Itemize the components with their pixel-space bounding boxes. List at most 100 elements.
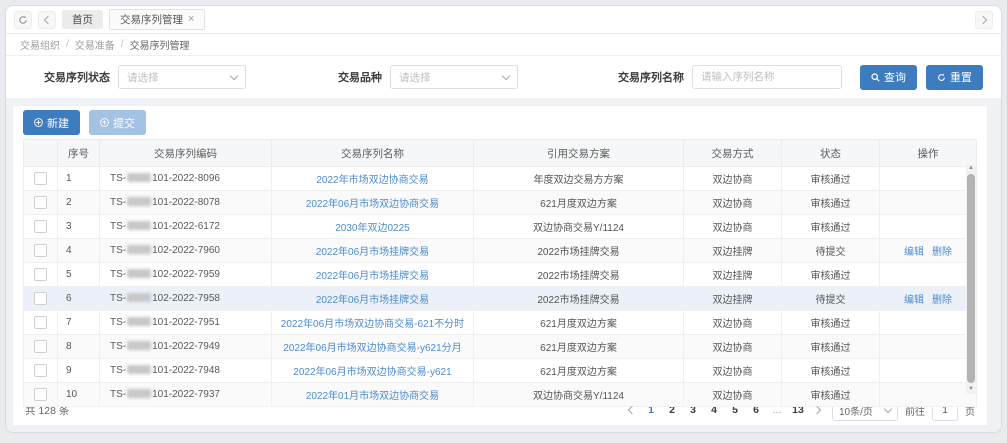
sequence-name-cell: 2022年06月市场双边协商交易-621不分时 bbox=[272, 311, 474, 335]
sequence-name-link[interactable]: 2022年06月市场双边协商交易 bbox=[306, 199, 439, 210]
sequence-name-link[interactable]: 2022年市场双边协商交易 bbox=[316, 175, 428, 186]
sequence-name-input[interactable] bbox=[692, 65, 842, 89]
create-button[interactable]: 新建 bbox=[23, 110, 80, 135]
header-checkbox-cell bbox=[24, 140, 58, 167]
table-toolbar: 新建 提交 bbox=[13, 106, 987, 139]
row-checkbox[interactable] bbox=[34, 196, 47, 209]
trade-mode-cell: 双边挂牌 bbox=[684, 263, 782, 287]
reset-button-label: 重置 bbox=[950, 69, 972, 85]
checkbox-cell bbox=[24, 383, 58, 407]
breadcrumb-item[interactable]: 交易组织 bbox=[20, 37, 60, 52]
referenced-scheme-cell: 621月度双边方案 bbox=[474, 191, 684, 215]
trade-variety-select[interactable]: 请选择 bbox=[390, 65, 518, 89]
header-actions: 操作 bbox=[880, 140, 977, 167]
table-row: 7 TS-101-2022-7951 2022年06月市场双边协商交易-621不… bbox=[24, 311, 977, 335]
sequence-code-cell: TS-102-2022-7959 bbox=[100, 263, 272, 287]
header-referenced-scheme: 引用交易方案 bbox=[474, 140, 684, 167]
scrollbar-up-icon[interactable]: ▲ bbox=[966, 164, 976, 173]
sequence-code-cell: TS-101-2022-7948 bbox=[100, 359, 272, 383]
row-checkbox[interactable] bbox=[34, 364, 47, 377]
sequence-name-link[interactable]: 2022年06月市场双边协商交易-y621 bbox=[293, 367, 451, 378]
sequence-name-link[interactable]: 2022年06月市场双边协商交易-y621分月 bbox=[283, 343, 461, 354]
redacted-code-segment bbox=[127, 269, 151, 278]
status-cell: 审核通过 bbox=[782, 191, 880, 215]
table-row: 2 TS-101-2022-8078 2022年06月市场双边协商交易 621月… bbox=[24, 191, 977, 215]
redacted-code-segment bbox=[127, 389, 151, 398]
row-index-cell: 3 bbox=[58, 215, 100, 239]
table-row: 9 TS-101-2022-7948 2022年06月市场双边协商交易-y621… bbox=[24, 359, 977, 383]
actions-cell bbox=[880, 263, 977, 287]
scrollbar-down-icon[interactable]: ▼ bbox=[966, 385, 976, 394]
edit-link[interactable]: 编辑 bbox=[904, 295, 924, 306]
sequence-name-link[interactable]: 2022年06月市场挂牌交易 bbox=[316, 271, 429, 282]
tab-trade-sequence-management[interactable]: 交易序列管理 × bbox=[109, 9, 205, 30]
sequence-name-link[interactable]: 2022年06月市场挂牌交易 bbox=[316, 295, 429, 306]
sequence-name-link[interactable]: 2030年双边0225 bbox=[335, 223, 410, 234]
chevron-down-icon bbox=[502, 71, 510, 79]
chevron-right-icon bbox=[979, 15, 987, 23]
row-checkbox[interactable] bbox=[34, 268, 47, 281]
submit-icon bbox=[100, 118, 109, 127]
delete-link[interactable]: 删除 bbox=[932, 247, 952, 258]
sequence-name-cell: 2022年市场双边协商交易 bbox=[272, 167, 474, 191]
sequence-status-label: 交易序列状态 bbox=[44, 69, 110, 85]
tab-home[interactable]: 首页 bbox=[62, 10, 103, 29]
row-index-cell: 2 bbox=[58, 191, 100, 215]
row-checkbox[interactable] bbox=[34, 172, 47, 185]
table-container: 序号 交易序列编码 交易序列名称 引用交易方案 交易方式 状态 操作 1 TS-… bbox=[13, 139, 987, 395]
search-button[interactable]: 查询 bbox=[860, 65, 917, 90]
submit-button[interactable]: 提交 bbox=[89, 110, 146, 135]
sequence-code-cell: TS-102-2022-7960 bbox=[100, 239, 272, 263]
row-checkbox[interactable] bbox=[34, 220, 47, 233]
sequence-name-cell: 2022年06月市场挂牌交易 bbox=[272, 287, 474, 311]
checkbox-cell bbox=[24, 359, 58, 383]
trade-mode-cell: 双边协商 bbox=[684, 335, 782, 359]
checkbox-cell bbox=[24, 239, 58, 263]
row-index-cell: 1 bbox=[58, 167, 100, 191]
table-scrollbar[interactable]: ▲ ▼ bbox=[966, 164, 976, 394]
sequence-name-cell: 2022年06月市场双边协商交易-y621分月 bbox=[272, 335, 474, 359]
filter-panel: 交易序列状态 请选择 交易品种 请选择 交易序列名称 查询 bbox=[6, 55, 1001, 98]
checkbox-cell bbox=[24, 287, 58, 311]
row-checkbox[interactable] bbox=[34, 292, 47, 305]
redacted-code-segment bbox=[127, 317, 151, 326]
close-tab-icon[interactable]: × bbox=[188, 14, 194, 25]
status-cell: 待提交 bbox=[782, 239, 880, 263]
refresh-button[interactable] bbox=[14, 11, 32, 29]
row-checkbox[interactable] bbox=[34, 340, 47, 353]
status-cell: 待提交 bbox=[782, 287, 880, 311]
sequence-code-cell: TS-102-2022-7958 bbox=[100, 287, 272, 311]
chevron-left-icon bbox=[44, 15, 52, 23]
sequence-name-cell: 2022年06月市场双边协商交易 bbox=[272, 191, 474, 215]
checkbox-cell bbox=[24, 311, 58, 335]
table-row: 4 TS-102-2022-7960 2022年06月市场挂牌交易 2022市场… bbox=[24, 239, 977, 263]
scroll-tabs-left-button[interactable] bbox=[38, 11, 56, 29]
trade-mode-cell: 双边挂牌 bbox=[684, 239, 782, 263]
sequence-name-cell: 2022年01月市场双边协商交易 bbox=[272, 383, 474, 407]
row-checkbox[interactable] bbox=[34, 244, 47, 257]
sequence-name-link[interactable]: 2022年06月市场挂牌交易 bbox=[316, 247, 429, 258]
scrollbar-thumb[interactable] bbox=[967, 174, 975, 383]
row-checkbox[interactable] bbox=[34, 316, 47, 329]
actions-cell: 编辑删除 bbox=[880, 239, 977, 263]
filter-trade-variety: 交易品种 请选择 bbox=[338, 65, 518, 89]
table-row: 1 TS-101-2022-8096 2022年市场双边协商交易 年度双边交易方… bbox=[24, 167, 977, 191]
scroll-tabs-right-button[interactable] bbox=[975, 11, 993, 29]
delete-link[interactable]: 删除 bbox=[932, 295, 952, 306]
breadcrumb-item[interactable]: 交易准备 bbox=[75, 37, 115, 52]
content-card: 新建 提交 bbox=[12, 105, 988, 426]
checkbox-cell bbox=[24, 167, 58, 191]
sequence-name-link[interactable]: 2022年01月市场双边协商交易 bbox=[306, 391, 439, 402]
reset-button[interactable]: 重置 bbox=[926, 65, 983, 90]
header-index: 序号 bbox=[58, 140, 100, 167]
submit-button-label: 提交 bbox=[113, 115, 135, 131]
chevron-right-icon bbox=[813, 406, 821, 414]
redacted-code-segment bbox=[127, 173, 151, 182]
tab-bar: 首页 交易序列管理 × bbox=[6, 6, 1001, 34]
edit-link[interactable]: 编辑 bbox=[904, 247, 924, 258]
row-checkbox[interactable] bbox=[34, 388, 47, 401]
sequence-status-select[interactable]: 请选择 bbox=[118, 65, 246, 89]
referenced-scheme-cell: 2022市场挂牌交易 bbox=[474, 263, 684, 287]
sequence-name-link[interactable]: 2022年06月市场双边协商交易-621不分时 bbox=[281, 319, 464, 330]
plus-icon bbox=[34, 118, 43, 127]
